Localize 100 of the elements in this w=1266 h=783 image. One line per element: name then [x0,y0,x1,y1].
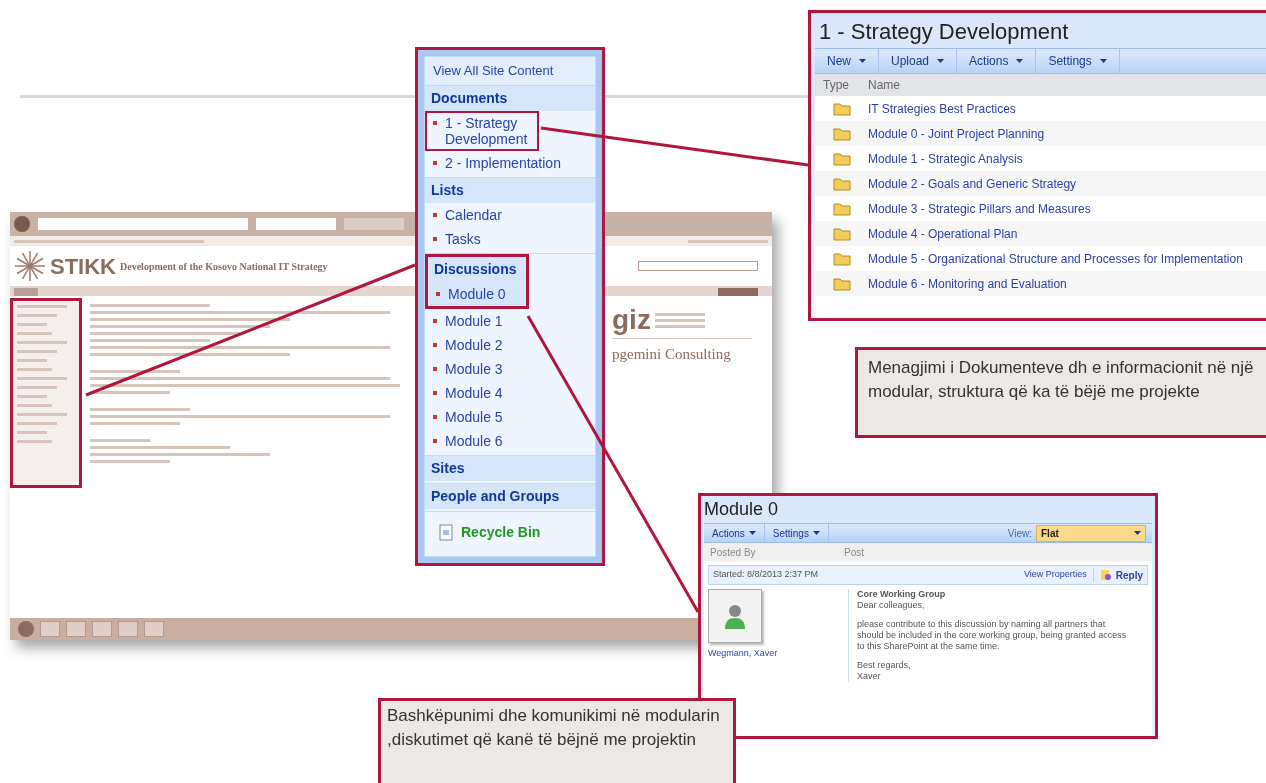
blurred-text-line [654,318,705,322]
callout-box: Menagjimi i Dokumenteve dh e informacionit në një modular, struktura që ka të bëjë me projekte [855,347,1266,438]
site-actions-button[interactable] [718,288,758,296]
bullet-icon [433,390,437,395]
bullet-icon [433,212,437,217]
blurred-text-line [654,312,705,316]
blurred-text-line [17,350,57,353]
bullet-icon [433,414,437,419]
search-field[interactable] [638,261,758,271]
folder-icon [833,126,851,141]
bullet-icon [433,120,437,125]
blurred-text-line [17,368,52,371]
nav-heading[interactable]: Discussions [428,256,526,282]
post-paragraph: Best regards, Xaver [857,660,912,682]
taskbar-app-icon[interactable] [40,621,60,637]
blurred-text-line [17,332,52,335]
taskbar-app-icon[interactable] [118,621,138,637]
nav-item[interactable]: Module 4 [425,380,595,405]
folder-icon [833,276,851,291]
folder-link[interactable]: Module 1 - Strategic Analysis [868,149,1023,168]
column-header: Name [867,77,901,94]
reply-icon [1099,569,1112,581]
nav-item[interactable]: 2 - Implementation [425,150,595,175]
folder-icon [833,101,851,116]
bullet-icon [433,160,437,165]
folder-link[interactable]: Module 3 - Strategic Pillars and Measures [868,199,1091,218]
nav-heading[interactable]: Lists [425,177,595,203]
blurred-text-line [17,431,47,434]
view-label: View: [1007,526,1032,541]
address-field[interactable] [38,218,248,230]
blurred-text-line [654,324,705,328]
browser-tab[interactable] [256,218,336,230]
site-title: Development of the Kosovo National IT Strategy [120,259,328,274]
author-link[interactable]: Wegmann, Xaver [708,643,848,661]
toolbar-menu-button[interactable]: Actions [704,524,765,542]
caret-icon [748,531,756,535]
blurred-text-line [17,377,67,380]
taskbar-app-icon[interactable] [92,621,112,637]
view-dropdown[interactable]: Flat [1036,524,1146,542]
nav-item[interactable]: Module 0 [428,281,526,306]
blurred-text-line [17,413,67,416]
caret-icon [1099,59,1107,63]
folder-link[interactable]: Module 5 - Organizational Structure and Processes for Implementation [868,249,1243,268]
view-all-link[interactable]: View All Site Content [425,57,595,86]
blurred-text-line [17,404,52,407]
blurred-text-line [17,314,57,317]
starburst-logo-icon [14,250,46,282]
toolbar-menu-button[interactable]: Actions [957,49,1037,73]
folder-icon [833,226,851,241]
callout-box: Bashkëpunimi dhe komunikimi në modularin ,diskutimet që kanë të bëjnë me projektin [378,698,736,783]
view-properties-link[interactable]: View Properties [1023,568,1094,582]
toolbar-menu-button[interactable]: Settings [764,524,829,542]
back-icon[interactable] [14,216,30,232]
blurred-text-line [17,305,67,308]
blurred-text-line [17,386,57,389]
folder-icon [833,151,851,166]
nav-item[interactable]: Module 1 [425,308,595,333]
column-header: Posted By [709,545,757,560]
taskbar-app-icon[interactable] [144,621,164,637]
bullet-icon [436,291,440,296]
post-paragraph: please contribute to this discussion by naming all partners that should be included in the core working group, being granted access to this SharePoint at the same time. [857,619,1128,652]
blurred-text-line [17,395,47,398]
caret-icon [937,59,945,63]
reply-link[interactable]: Reply [1093,567,1143,583]
bullet-icon [433,236,437,241]
folder-link[interactable]: IT Strategies Best Practices [868,99,1016,118]
toolbar-menu-button[interactable]: Settings [1036,49,1120,73]
home-tab[interactable] [14,288,38,296]
taskbar-app-icon[interactable] [66,621,86,637]
consultant-logo: pgemini Consulting [612,345,732,364]
nav-heading[interactable]: Sites [425,455,595,481]
start-icon[interactable] [18,621,34,637]
folder-icon [833,176,851,191]
bullet-icon [433,438,437,443]
folder-icon [833,251,851,266]
nav-item[interactable]: Calendar [425,202,595,227]
column-header: Post [844,545,864,560]
nav-item[interactable]: Tasks [425,226,595,251]
nav-item[interactable]: Module 5 [425,404,595,429]
blurred-text-line [90,439,150,442]
nav-item[interactable]: Module 6 [425,428,595,453]
bullet-icon [433,366,437,371]
nav-heading[interactable]: People and Groups [425,483,595,509]
giz-logo: giz [612,306,651,334]
nav-item[interactable]: Module 2 [425,332,595,357]
caret-icon [859,59,866,63]
nav-item[interactable]: 1 - Strategy Development [425,110,539,151]
started-text: Started: 8/8/2013 2:37 PM [713,568,819,582]
blurred-text-line [17,422,57,425]
nav-heading[interactable]: Documents [425,85,595,111]
browser-tab[interactable] [344,218,404,230]
blurred-text-line [17,323,47,326]
blurred-text-line [17,440,52,443]
logo-text: STIKK [50,252,116,281]
toolbar-menu-button[interactable]: Upload [879,49,958,73]
toolbar-menu-button[interactable]: New [815,49,879,73]
person-silhouette-icon [724,603,746,629]
nav-item[interactable]: Module 3 [425,356,595,381]
caret-icon [812,531,820,535]
folder-icon [833,201,851,216]
